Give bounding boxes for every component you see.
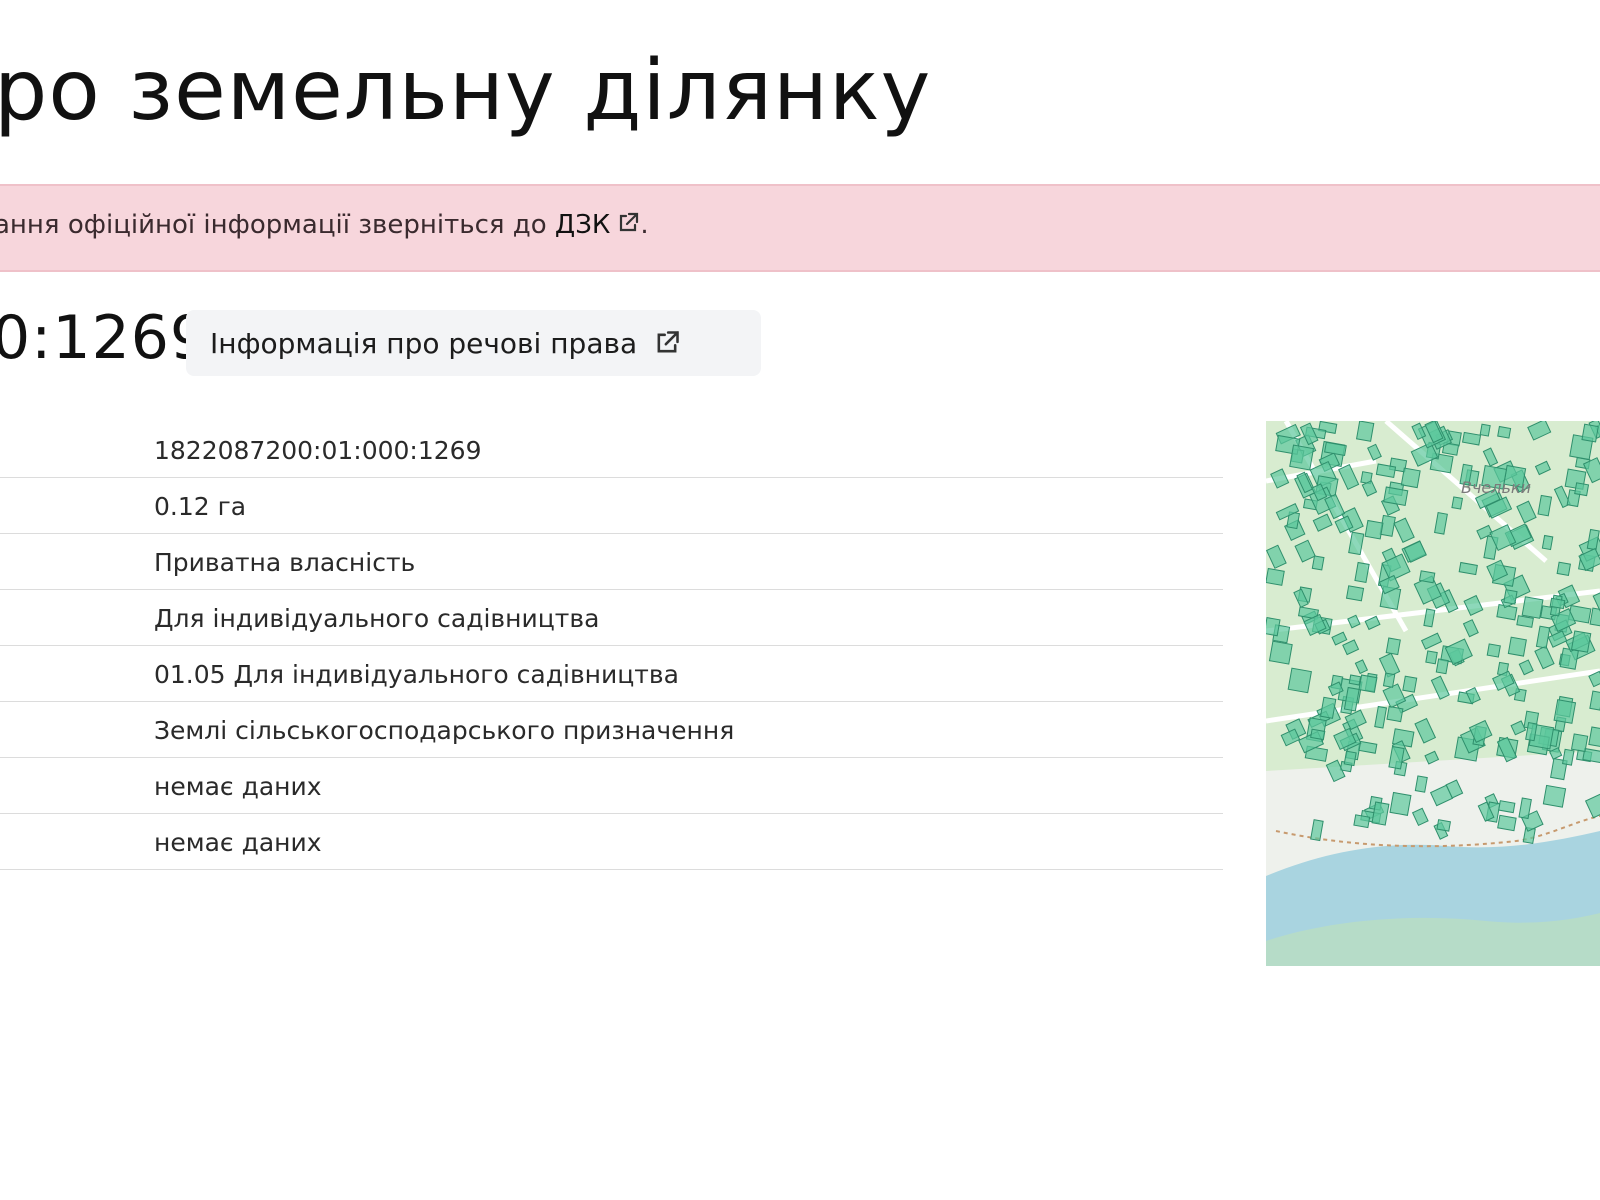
info-alert: ання офіційної інформації зверніться до …: [0, 184, 1600, 272]
map-parcel: [1451, 496, 1464, 510]
map-parcel: [1418, 570, 1436, 584]
map-parcel: [1462, 431, 1482, 446]
details-row-purpose-code: 01.05 Для індивідуального садівництва: [0, 646, 1223, 702]
map-parcel: [1498, 800, 1516, 814]
cadastral-number-heading: 0:1269: [0, 303, 210, 373]
map-parcel: [1425, 650, 1438, 665]
details-row-cadastral: 1822087200:01:000:1269: [0, 422, 1223, 478]
no-data-value: немає даних: [154, 828, 322, 857]
map-parcel: [1268, 640, 1293, 665]
map-parcel: [1358, 674, 1378, 693]
map-parcel: [1503, 589, 1518, 605]
map-parcel: [1497, 814, 1517, 832]
area-value: 0.12 га: [154, 492, 247, 521]
no-data-value: немає даних: [154, 772, 322, 801]
property-rights-label: Інформація про речові права: [210, 326, 638, 360]
property-rights-button[interactable]: Інформація про речові права: [186, 310, 761, 376]
map-parcel: [1507, 636, 1527, 657]
map-parcel: [1549, 597, 1566, 610]
map-parcel: [1486, 643, 1501, 658]
map-parcel: [1348, 674, 1362, 686]
map-parcel: [1479, 423, 1491, 437]
map-parcel: [1266, 567, 1285, 586]
map-parcel: [1516, 615, 1534, 628]
map-parcel: [1581, 423, 1599, 443]
map-parcel: [1385, 637, 1401, 656]
map-parcel: [1541, 534, 1554, 551]
map-canvas: Вчельки: [1266, 421, 1600, 966]
map-parcel: [1497, 425, 1512, 439]
map-parcel: [1289, 444, 1315, 471]
map-parcel: [1389, 791, 1412, 816]
cadastral-number-value: 1822087200:01:000:1269: [154, 436, 482, 465]
details-row-area: 0.12 га: [0, 478, 1223, 534]
purpose-code-value: 01.05 Для індивідуального садівництва: [154, 660, 679, 689]
parcel-map[interactable]: Вчельки: [1266, 421, 1600, 966]
map-parcel: [1559, 647, 1579, 670]
parcel-details-table: 1822087200:01:000:1269 0.12 га Приватна …: [0, 422, 1223, 870]
map-parcel: [1382, 672, 1396, 688]
map-parcel: [1319, 696, 1337, 719]
map-parcel: [1553, 699, 1577, 724]
map-parcel: [1570, 733, 1589, 753]
page-title: ро земельну ділянку: [0, 41, 932, 139]
details-row-ownership: Приватна власність: [0, 534, 1223, 590]
map-parcel: [1386, 705, 1404, 723]
alert-text: ання офіційної інформації зверніться до: [0, 210, 555, 240]
map-parcel: [1343, 750, 1357, 767]
ownership-value: Приватна власність: [154, 548, 416, 577]
map-parcel: [1345, 585, 1365, 602]
map-parcel: [1287, 667, 1312, 694]
purpose-value: Для індивідуального садівництва: [154, 604, 600, 633]
map-parcel: [1574, 482, 1590, 497]
details-row-extra-1: немає даних: [0, 758, 1223, 814]
map-parcel: [1436, 819, 1451, 832]
dzk-link[interactable]: ДЗК: [555, 210, 640, 240]
map-parcel: [1402, 675, 1418, 693]
map-parcel: [1311, 555, 1325, 571]
map-parcel: [1383, 486, 1409, 507]
land-category-value: Землі сільськогосподарського призначення: [154, 716, 735, 745]
map-place-label: Вчельки: [1461, 478, 1531, 497]
details-row-purpose: Для індивідуального садівництва: [0, 590, 1223, 646]
map-parcel: [1556, 561, 1572, 577]
details-row-land-category: Землі сільськогосподарського призначення: [0, 702, 1223, 758]
external-link-icon: [657, 331, 679, 353]
map-parcel: [1521, 596, 1544, 619]
map-parcel: [1400, 467, 1421, 489]
map-parcel: [1562, 748, 1575, 766]
map-parcel: [1414, 775, 1428, 793]
map-parcel: [1310, 728, 1326, 741]
map-parcel: [1570, 630, 1592, 653]
details-row-extra-2: немає даних: [0, 814, 1223, 870]
alert-message: ання офіційної інформації зверніться до …: [0, 210, 649, 240]
map-parcel: [1542, 784, 1567, 808]
map-parcel: [1266, 617, 1281, 637]
map-parcel: [1364, 519, 1384, 540]
map-parcel: [1355, 421, 1375, 442]
map-parcel: [1353, 814, 1371, 829]
external-link-icon: [620, 212, 639, 232]
map-parcel: [1435, 658, 1449, 675]
alert-suffix: .: [640, 210, 649, 240]
dzk-link-label: ДЗК: [554, 210, 611, 240]
